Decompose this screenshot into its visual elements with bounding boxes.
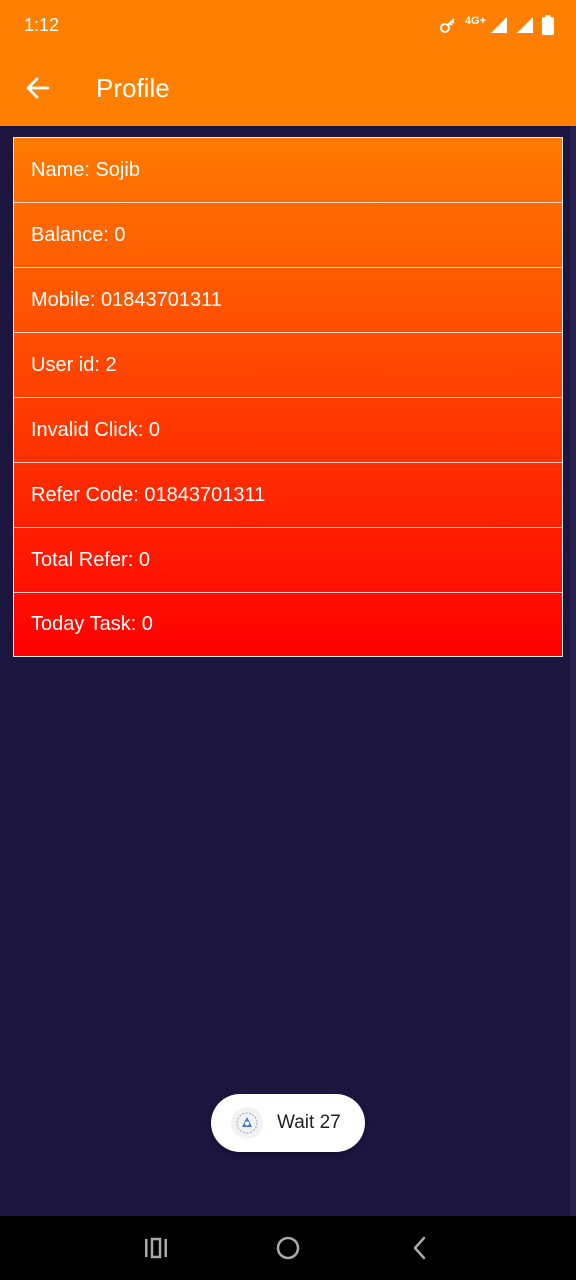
row-label: Balance: 0 bbox=[31, 223, 126, 246]
signal-icon bbox=[491, 17, 507, 33]
profile-row-today-task: Today Task: 0 bbox=[14, 593, 562, 656]
app-logo-icon bbox=[231, 1107, 263, 1139]
back-button[interactable] bbox=[0, 50, 76, 126]
arrow-left-icon bbox=[26, 77, 50, 99]
home-icon bbox=[276, 1236, 300, 1260]
status-bar: 1:12 4G+ bbox=[0, 0, 576, 50]
status-icons: 4G+ bbox=[439, 15, 554, 35]
row-label: Refer Code: 01843701311 bbox=[31, 483, 266, 506]
signal-icon bbox=[517, 17, 533, 33]
status-time: 1:12 bbox=[24, 14, 60, 35]
row-label: Name: Sojib bbox=[31, 158, 140, 181]
row-label: User id: 2 bbox=[31, 353, 117, 376]
profile-row-name: Name: Sojib bbox=[14, 138, 562, 203]
back-icon bbox=[413, 1236, 426, 1260]
row-label: Total Refer: 0 bbox=[31, 548, 150, 571]
profile-row-balance: Balance: 0 bbox=[14, 203, 562, 268]
system-back-button[interactable] bbox=[404, 1232, 436, 1264]
recents-icon bbox=[145, 1237, 167, 1259]
scroll-edge bbox=[570, 126, 576, 1216]
profile-row-invalid-click: Invalid Click: 0 bbox=[14, 398, 562, 463]
app-bar: Profile bbox=[0, 50, 576, 126]
system-nav-bar bbox=[0, 1216, 576, 1280]
profile-row-mobile: Mobile: 01843701311 bbox=[14, 268, 562, 333]
toast-text: Wait 27 bbox=[277, 1112, 341, 1133]
profile-card: Name: Sojib Balance: 0 Mobile: 018437013… bbox=[13, 137, 563, 657]
toast-message: Wait 27 bbox=[211, 1094, 365, 1152]
row-label: Mobile: 01843701311 bbox=[31, 288, 222, 311]
page-title: Profile bbox=[96, 72, 170, 103]
recents-button[interactable] bbox=[140, 1232, 172, 1264]
battery-icon bbox=[542, 15, 554, 35]
network-type: 4G+ bbox=[464, 15, 486, 27]
row-label: Today Task: 0 bbox=[31, 613, 153, 635]
key-icon bbox=[439, 18, 455, 33]
profile-row-user-id: User id: 2 bbox=[14, 333, 562, 398]
row-label: Invalid Click: 0 bbox=[31, 418, 160, 441]
profile-row-refer-code: Refer Code: 01843701311 bbox=[14, 463, 562, 528]
profile-row-total-refer: Total Refer: 0 bbox=[14, 528, 562, 593]
home-button[interactable] bbox=[272, 1232, 304, 1264]
